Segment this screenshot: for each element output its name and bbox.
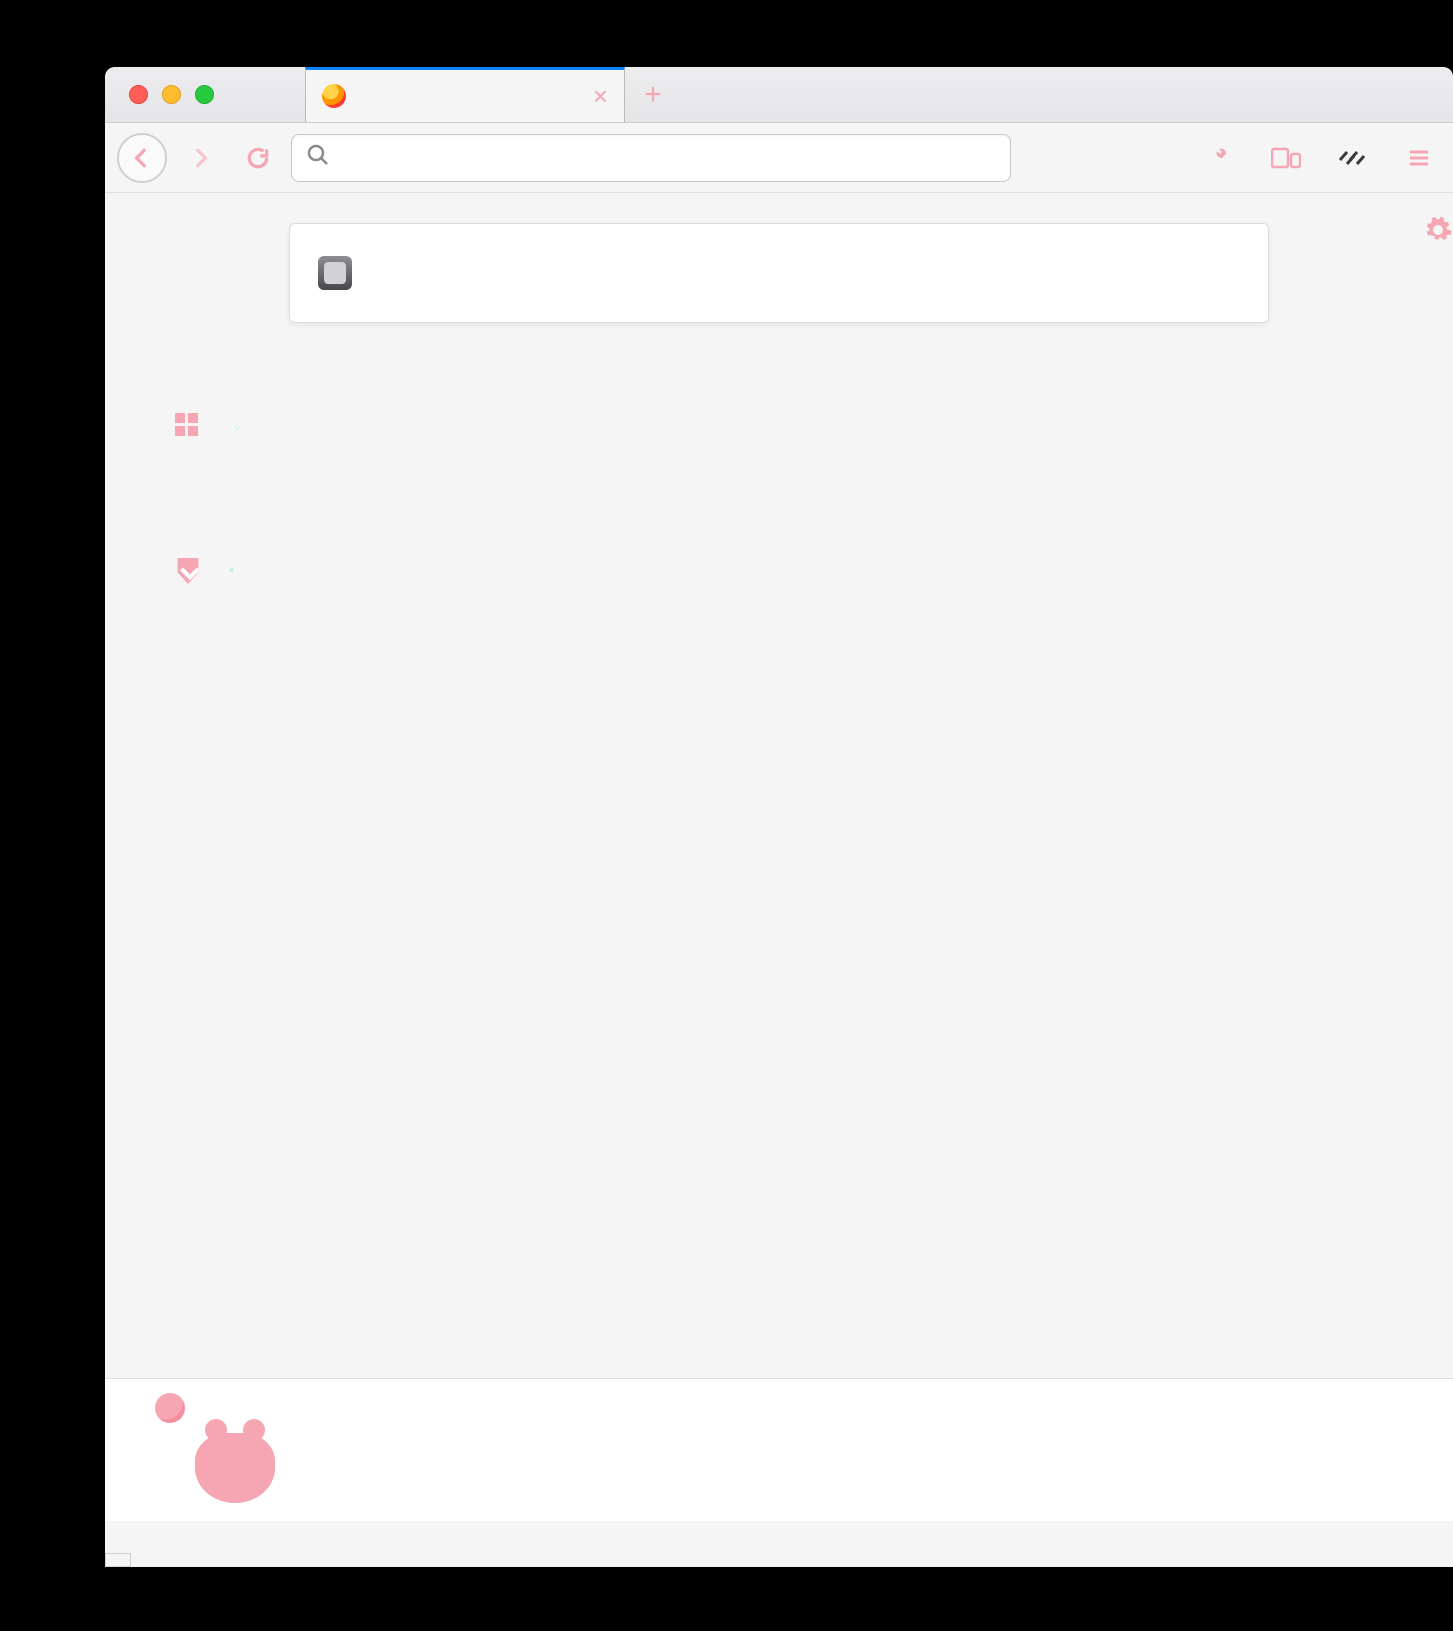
zoom-window-button[interactable] [195, 85, 214, 104]
url-input[interactable] [342, 144, 996, 172]
top-sites-header[interactable]: ⌄ [175, 413, 1383, 436]
browser-window: × + [105, 67, 1453, 1567]
responsive-design-icon[interactable] [1271, 146, 1301, 170]
main-search-box[interactable] [289, 223, 1269, 323]
back-button[interactable] [117, 133, 167, 183]
grid-icon [175, 413, 198, 436]
separator-dot: • [229, 562, 235, 580]
firefox-icon [322, 84, 346, 108]
nav-toolbar [105, 123, 1453, 193]
search-icon [306, 143, 330, 173]
firefox-icon [155, 1393, 185, 1423]
fox-illustration [195, 1433, 275, 1503]
extension-icon[interactable] [1337, 146, 1371, 170]
status-bar-link [105, 1553, 131, 1567]
reload-button[interactable] [233, 133, 283, 183]
toolbar-right [1211, 146, 1441, 170]
customize-gear-icon[interactable] [1423, 215, 1453, 250]
messages-header [155, 1393, 1413, 1423]
chevron-down-icon: ⌄ [230, 414, 245, 435]
pocket-section: • [105, 458, 1453, 608]
window-controls [105, 67, 305, 122]
forward-button[interactable] [175, 133, 225, 183]
close-window-button[interactable] [129, 85, 148, 104]
url-bar[interactable] [291, 134, 1011, 182]
search-engine-icon [318, 256, 352, 290]
top-sites-section: ⌄ [105, 323, 1453, 458]
tab-new-tab[interactable]: × [305, 67, 625, 122]
messages-bar [105, 1378, 1453, 1521]
titlebar: × + [105, 67, 1453, 123]
pocket-header[interactable]: • [175, 558, 1383, 584]
app-menu-button[interactable] [1407, 146, 1431, 170]
devtools-icon[interactable] [1211, 146, 1235, 170]
newtab-content: ⌄ • [105, 193, 1453, 1567]
close-tab-button[interactable]: × [593, 81, 608, 112]
minimize-window-button[interactable] [162, 85, 181, 104]
pocket-icon [175, 558, 201, 584]
new-tab-button[interactable]: + [625, 67, 681, 122]
